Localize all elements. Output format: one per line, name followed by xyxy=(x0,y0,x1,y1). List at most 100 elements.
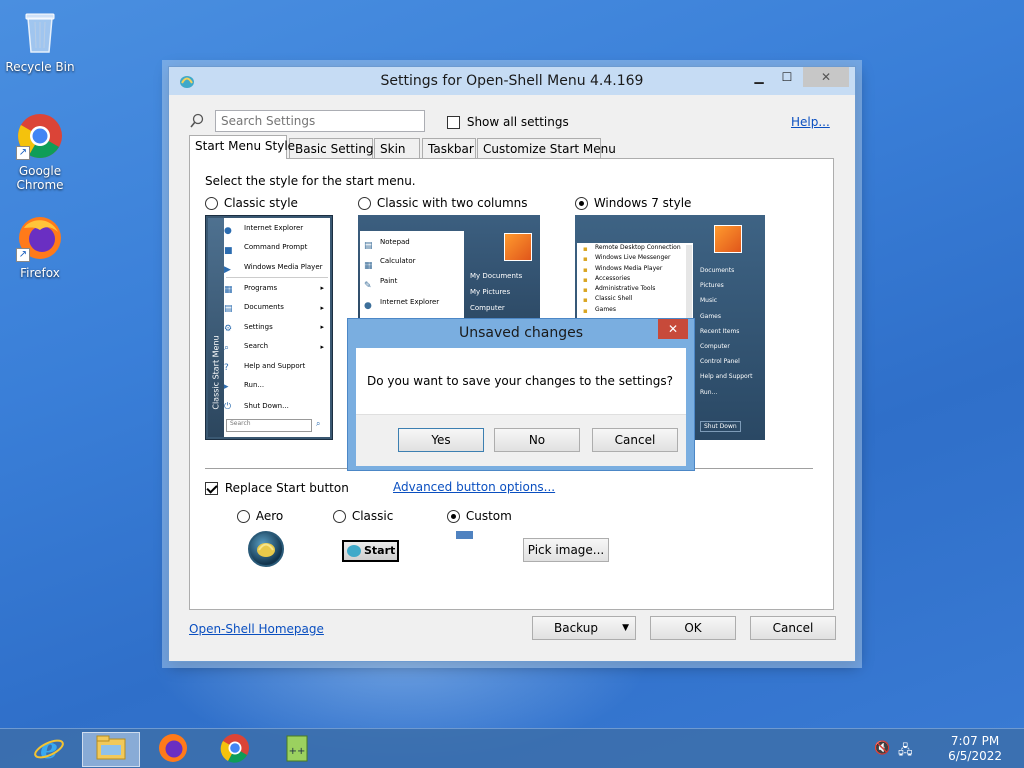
dialog-close-icon[interactable]: ✕ xyxy=(658,319,688,339)
win7-right-list: Documents Pictures Music Games Recent It… xyxy=(700,263,753,400)
menu-item: My Pictures xyxy=(470,288,511,296)
tab-customize-start-menu[interactable]: Customize Start Menu xyxy=(477,138,616,159)
menu-item: Calculator xyxy=(380,257,416,265)
taskbar-clock[interactable]: 7:07 PM 6/5/2022 xyxy=(948,734,1002,764)
menu-item: Accessories xyxy=(595,274,631,282)
no-button[interactable]: No xyxy=(494,428,580,452)
search-icon: ⌕ xyxy=(316,419,321,428)
network-icon[interactable]: 🖧 xyxy=(898,741,913,763)
ok-button[interactable]: OK xyxy=(650,616,736,640)
style-option-label: Windows 7 style xyxy=(593,196,692,210)
style-option-label: Classic style xyxy=(223,196,298,210)
window-titlebar[interactable]: Settings for Open-Shell Menu 4.4.169 ▁ ☐… xyxy=(169,67,855,95)
aero-start-orb-icon xyxy=(248,531,284,567)
open-shell-homepage-link[interactable]: Open-Shell Homepage xyxy=(189,622,324,636)
notepad-plus-plus-icon: ++ xyxy=(286,735,308,762)
classic-style-preview[interactable]: Classic Start Menu Internet Explorer Com… xyxy=(205,215,333,440)
cancel-button[interactable]: Cancel xyxy=(750,616,836,640)
button-style-aero[interactable]: Aero xyxy=(237,509,283,523)
checkbox[interactable] xyxy=(205,482,218,495)
minimize-icon[interactable]: ▁ xyxy=(745,67,773,87)
radio-button[interactable] xyxy=(575,197,588,210)
menu-item: Documents xyxy=(244,303,284,311)
desktop-icon-recycle-bin[interactable]: Recycle Bin xyxy=(2,8,78,74)
submenu-arrows: ▸ ▸ ▸ ▸ xyxy=(320,284,324,351)
checkbox[interactable] xyxy=(447,116,460,129)
menu-separator xyxy=(226,277,328,278)
radio-button[interactable] xyxy=(447,510,460,523)
replace-start-button-checkbox[interactable]: Replace Start button xyxy=(205,481,349,495)
menu-item: Computer xyxy=(700,343,730,351)
desktop-icon-google-chrome[interactable]: ↗ Google Chrome xyxy=(2,112,78,192)
maximize-icon[interactable]: ☐ xyxy=(773,67,801,87)
desktop-icon-label: Google Chrome xyxy=(16,164,64,192)
menu-item: Music xyxy=(700,297,718,305)
volume-muted-icon[interactable]: 🔇 xyxy=(874,741,890,756)
menu-item: Settings xyxy=(244,323,273,331)
taskbar: e ++ 🔇 🖧 7:07 PM 6/5/2022 xyxy=(0,728,1024,768)
folder-icons: ▪ ▪ ▪ ▪ ▪ ▪ ▪ xyxy=(583,245,588,315)
internet-explorer-icon: e xyxy=(34,732,64,765)
tab-basic-settings[interactable]: Basic Settings xyxy=(289,138,380,159)
taskbar-app-google-chrome[interactable] xyxy=(206,732,264,767)
backup-label: Backup xyxy=(554,621,598,635)
radio-button[interactable] xyxy=(333,510,346,523)
menu-item: Help and Support xyxy=(244,362,306,370)
advanced-button-options-link[interactable]: Advanced button options... xyxy=(393,480,555,494)
user-picture xyxy=(504,233,532,261)
select-style-label: Select the style for the start menu. xyxy=(205,174,416,188)
menu-item: Search xyxy=(244,342,269,350)
style-option-two-columns[interactable]: Classic with two columns xyxy=(358,196,528,210)
menu-item: Help and Support xyxy=(700,373,753,381)
replace-start-label: Replace Start button xyxy=(224,481,349,495)
taskbar-app-notepad-plus-plus[interactable]: ++ xyxy=(268,732,326,767)
classic-search-box: Search xyxy=(226,419,312,432)
tab-start-menu-style[interactable]: Start Menu Style xyxy=(189,135,295,159)
desktop-icon-firefox[interactable]: ↗ Firefox xyxy=(2,214,78,280)
two-col-left-list: Notepad Calculator Paint Internet Explor… xyxy=(360,231,464,323)
button-style-classic[interactable]: Classic xyxy=(333,509,393,523)
style-option-classic[interactable]: Classic style xyxy=(205,196,298,210)
menu-item: Windows Media Player xyxy=(244,263,323,271)
menu-item: Run... xyxy=(244,381,265,389)
dialog-cancel-button[interactable]: Cancel xyxy=(592,428,678,452)
chrome-icon: ↗ xyxy=(16,112,64,160)
button-style-custom[interactable]: Custom xyxy=(447,509,512,523)
backup-button[interactable]: Backup ▼ xyxy=(532,616,636,640)
search-icon xyxy=(189,113,205,132)
classic-start-text: Start xyxy=(364,544,396,557)
dropdown-arrow-icon: ▼ xyxy=(622,623,629,633)
radio-button[interactable] xyxy=(358,197,371,210)
pick-image-button[interactable]: Pick image... xyxy=(523,538,609,562)
taskbar-app-file-explorer[interactable] xyxy=(82,732,140,767)
tab-skin[interactable]: Skin xyxy=(374,138,420,159)
clock-time: 7:07 PM xyxy=(950,734,1000,748)
menu-item: Windows Live Messenger xyxy=(595,254,671,262)
recycle-bin-icon xyxy=(16,8,64,56)
yes-button[interactable]: Yes xyxy=(398,428,484,452)
two-columns-preview[interactable]: Notepad Calculator Paint Internet Explor… xyxy=(358,215,540,323)
menu-item: Games xyxy=(700,312,721,320)
desktop-icon-label: Recycle Bin xyxy=(5,60,75,74)
radio-button[interactable] xyxy=(205,197,218,210)
taskbar-app-internet-explorer[interactable]: e xyxy=(20,732,78,767)
two-col-right-list: My Documents My Pictures Computer xyxy=(470,268,522,316)
menu-item: Run... xyxy=(700,388,718,396)
menu-item: Administrative Tools xyxy=(595,285,656,293)
show-all-settings-checkbox[interactable]: Show all settings xyxy=(447,115,569,129)
desktop-icon-label: Firefox xyxy=(20,266,60,280)
menu-item: Documents xyxy=(700,267,735,274)
menu-item: Paint xyxy=(380,277,398,285)
search-settings-input[interactable] xyxy=(215,110,425,132)
taskbar-app-firefox[interactable] xyxy=(144,732,202,767)
tab-taskbar[interactable]: Taskbar xyxy=(422,138,476,159)
dialog-title: Unsaved changes xyxy=(458,325,584,341)
menu-item: Internet Explorer xyxy=(380,298,440,306)
unsaved-changes-dialog: Unsaved changes ✕ Do you want to save yo… xyxy=(347,318,695,471)
radio-button[interactable] xyxy=(237,510,250,523)
menu-item: Notepad xyxy=(380,238,410,246)
close-icon[interactable]: ✕ xyxy=(803,67,849,87)
win7-shutdown: Shut Down xyxy=(700,421,741,432)
style-option-windows7[interactable]: Windows 7 style xyxy=(575,196,691,210)
help-link[interactable]: Help... xyxy=(791,115,830,129)
